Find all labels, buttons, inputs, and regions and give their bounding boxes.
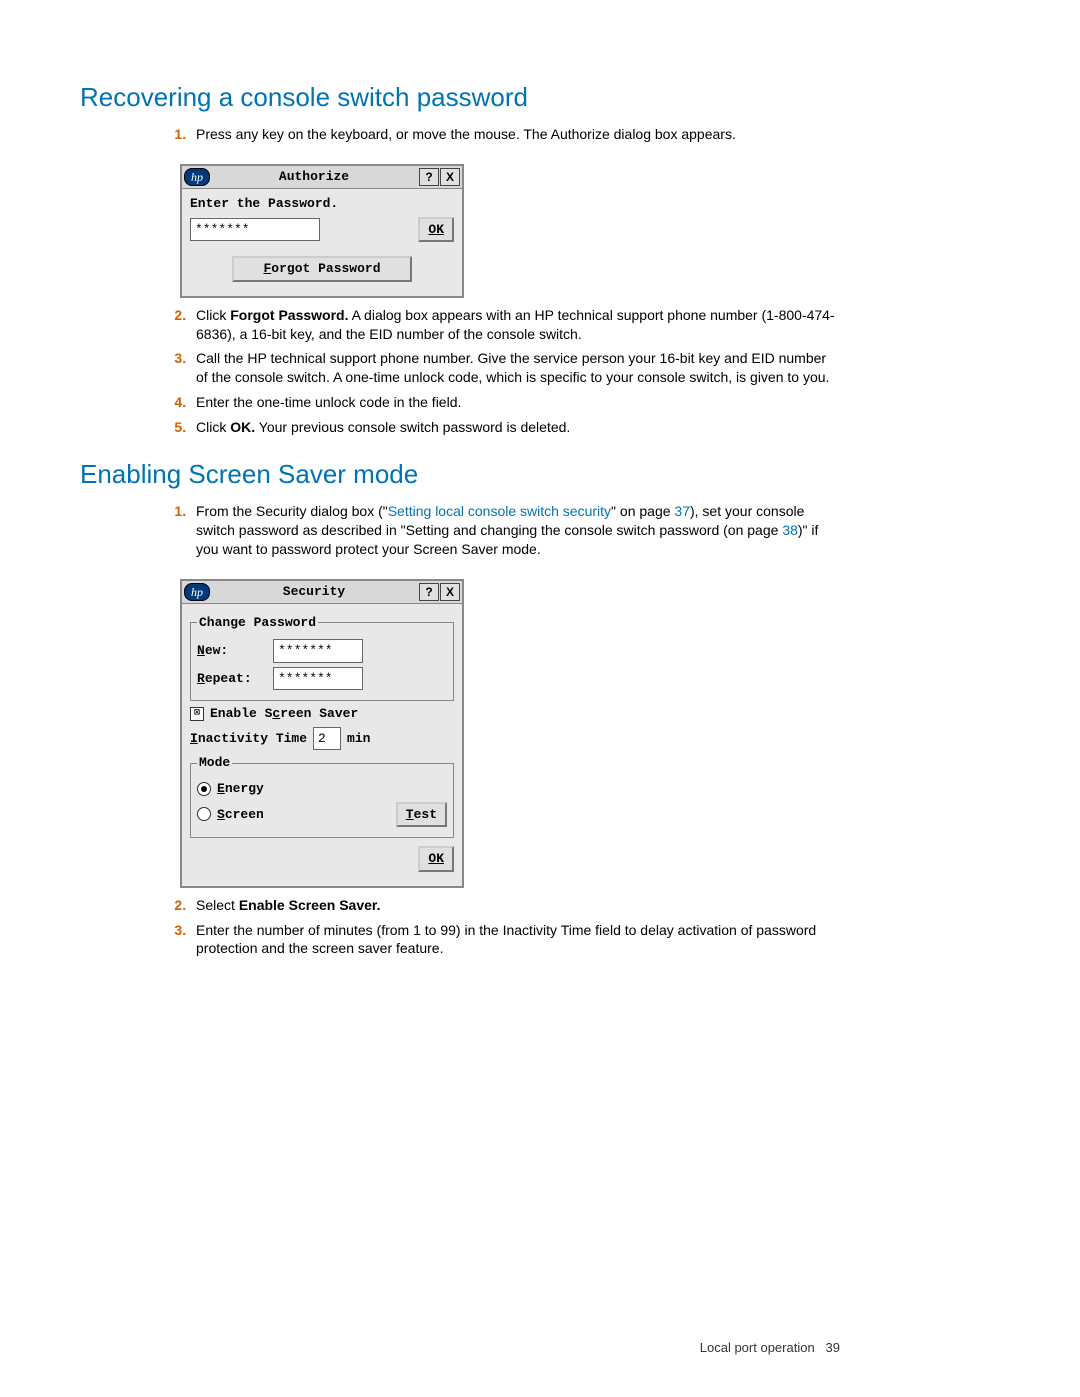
step-4: Enter the one-time unlock code in the fi…: [190, 393, 840, 412]
hp-logo: hp: [184, 583, 210, 601]
page-footer: Local port operation 39: [700, 1339, 840, 1357]
dialog-title: Authorize: [210, 168, 418, 186]
new-password-input[interactable]: *******: [273, 639, 363, 663]
heading-screen-saver: Enabling Screen Saver mode: [80, 457, 840, 492]
close-icon[interactable]: X: [440, 583, 460, 601]
ss-step-2: Select Enable Screen Saver.: [190, 896, 840, 915]
min-label: min: [347, 730, 370, 748]
mode-group: Mode Energy Screen Test: [190, 754, 454, 838]
hp-logo: hp: [184, 168, 210, 186]
test-button[interactable]: Test: [396, 802, 447, 828]
energy-label: Energy: [217, 780, 264, 798]
ok-button[interactable]: OK: [418, 846, 454, 872]
help-icon[interactable]: ?: [419, 168, 439, 186]
link-page-37[interactable]: 37: [674, 503, 690, 519]
step-3: Call the HP technical support phone numb…: [190, 349, 840, 387]
heading-recovering: Recovering a console switch password: [80, 80, 840, 115]
enable-screensaver-checkbox[interactable]: ⊠: [190, 707, 204, 721]
inactivity-label: Inactivity Time: [190, 730, 307, 748]
help-icon[interactable]: ?: [419, 583, 439, 601]
step-1: Press any key on the keyboard, or move t…: [190, 125, 840, 144]
repeat-password-input[interactable]: *******: [273, 667, 363, 691]
step-5: Click OK. Your previous console switch p…: [190, 418, 840, 437]
security-dialog: hp Security ? X Change Password New: ***…: [180, 579, 464, 888]
password-prompt: Enter the Password.: [190, 195, 454, 213]
repeat-label: Repeat:: [197, 670, 267, 688]
authorize-dialog: hp Authorize ? X Enter the Password. ***…: [180, 164, 464, 298]
titlebar: hp Authorize ? X: [182, 166, 462, 189]
change-password-label: Change Password: [197, 614, 318, 632]
close-icon[interactable]: X: [440, 168, 460, 186]
mode-label: Mode: [197, 754, 232, 772]
forgot-password-button[interactable]: Forgot Password: [232, 256, 412, 282]
screen-label: Screen: [217, 806, 264, 824]
enable-screensaver-label: Enable Screen Saver: [210, 705, 358, 723]
link-page-38[interactable]: 38: [782, 522, 798, 538]
step-2: Click Forgot Password. A dialog box appe…: [190, 306, 840, 344]
link-setting-security[interactable]: Setting local console switch security: [388, 503, 611, 519]
ss-step-1: From the Security dialog box ("Setting l…: [190, 502, 840, 559]
dialog-title: Security: [210, 583, 418, 601]
inactivity-input[interactable]: 2: [313, 727, 341, 751]
ss-step-3: Enter the number of minutes (from 1 to 9…: [190, 921, 840, 959]
change-password-group: Change Password New: ******* Repeat: ***…: [190, 614, 454, 702]
password-input[interactable]: *******: [190, 218, 320, 242]
screen-radio[interactable]: [197, 807, 211, 821]
ok-button[interactable]: OK: [418, 217, 454, 243]
energy-radio[interactable]: [197, 782, 211, 796]
new-label: New:: [197, 642, 267, 660]
titlebar: hp Security ? X: [182, 581, 462, 604]
